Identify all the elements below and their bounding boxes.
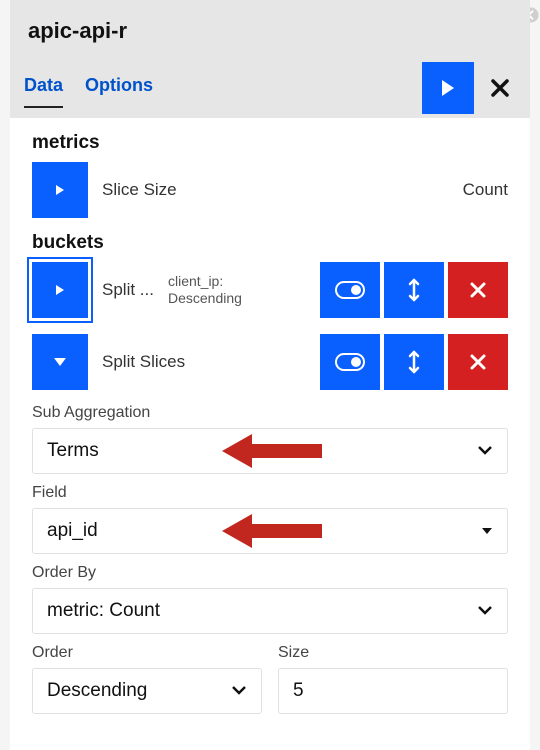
metric-toggle[interactable] xyxy=(32,162,88,218)
bucket-priority-button-2[interactable] xyxy=(384,334,444,390)
header-actions xyxy=(422,62,518,114)
order-by-value: metric: Count xyxy=(47,600,160,622)
metric-value: Count xyxy=(463,180,508,200)
sub-agg-value: Terms xyxy=(47,440,99,462)
tab-data[interactable]: Data xyxy=(24,69,63,108)
bucket-row-collapsed: Split ... client_ip: Descending xyxy=(32,260,508,320)
bucket-enable-toggle[interactable] xyxy=(320,262,380,318)
order-label: Order xyxy=(32,644,262,662)
close-button[interactable] xyxy=(482,62,518,114)
chevron-down-icon xyxy=(477,602,493,620)
sub-agg-select[interactable]: Terms xyxy=(32,428,508,474)
order-select[interactable]: Descending xyxy=(32,668,262,714)
bucket-label-2: Split Slices xyxy=(102,352,185,372)
bucket-enable-toggle-2[interactable] xyxy=(320,334,380,390)
metrics-section-label: metrics xyxy=(32,132,508,154)
tabs: Data Options xyxy=(10,69,153,108)
field-value: api_id xyxy=(47,520,98,542)
order-by-label: Order By xyxy=(32,564,508,582)
order-value: Descending xyxy=(47,680,147,702)
page-title: apic-api-r xyxy=(28,18,512,44)
header: apic-api-r Data Options xyxy=(10,0,530,118)
bucket-label: Split ... xyxy=(102,280,154,300)
bucket-toggle-expanded[interactable] xyxy=(32,334,88,390)
tab-options[interactable]: Options xyxy=(85,69,153,108)
bucket-toggle-collapsed[interactable] xyxy=(32,262,88,318)
bucket-row-expanded: Split Slices xyxy=(32,332,508,392)
bucket-desc: client_ip: Descending xyxy=(168,273,242,307)
bucket-remove-button[interactable] xyxy=(448,262,508,318)
field-label: Field xyxy=(32,484,508,502)
bucket-priority-button[interactable] xyxy=(384,262,444,318)
chevron-down-icon xyxy=(477,442,493,460)
order-by-select[interactable]: metric: Count xyxy=(32,588,508,634)
size-label: Size xyxy=(278,644,508,662)
metric-label: Slice Size xyxy=(102,180,177,200)
caret-down-icon xyxy=(481,522,493,540)
field-select[interactable]: api_id xyxy=(32,508,508,554)
metric-row: Slice Size Count xyxy=(32,160,508,220)
apply-changes-button[interactable] xyxy=(422,62,474,114)
bucket-remove-button-2[interactable] xyxy=(448,334,508,390)
sub-agg-label: Sub Aggregation xyxy=(32,404,508,422)
size-input[interactable] xyxy=(278,668,508,714)
buckets-section-label: buckets xyxy=(32,232,508,254)
chevron-down-icon xyxy=(231,682,247,700)
